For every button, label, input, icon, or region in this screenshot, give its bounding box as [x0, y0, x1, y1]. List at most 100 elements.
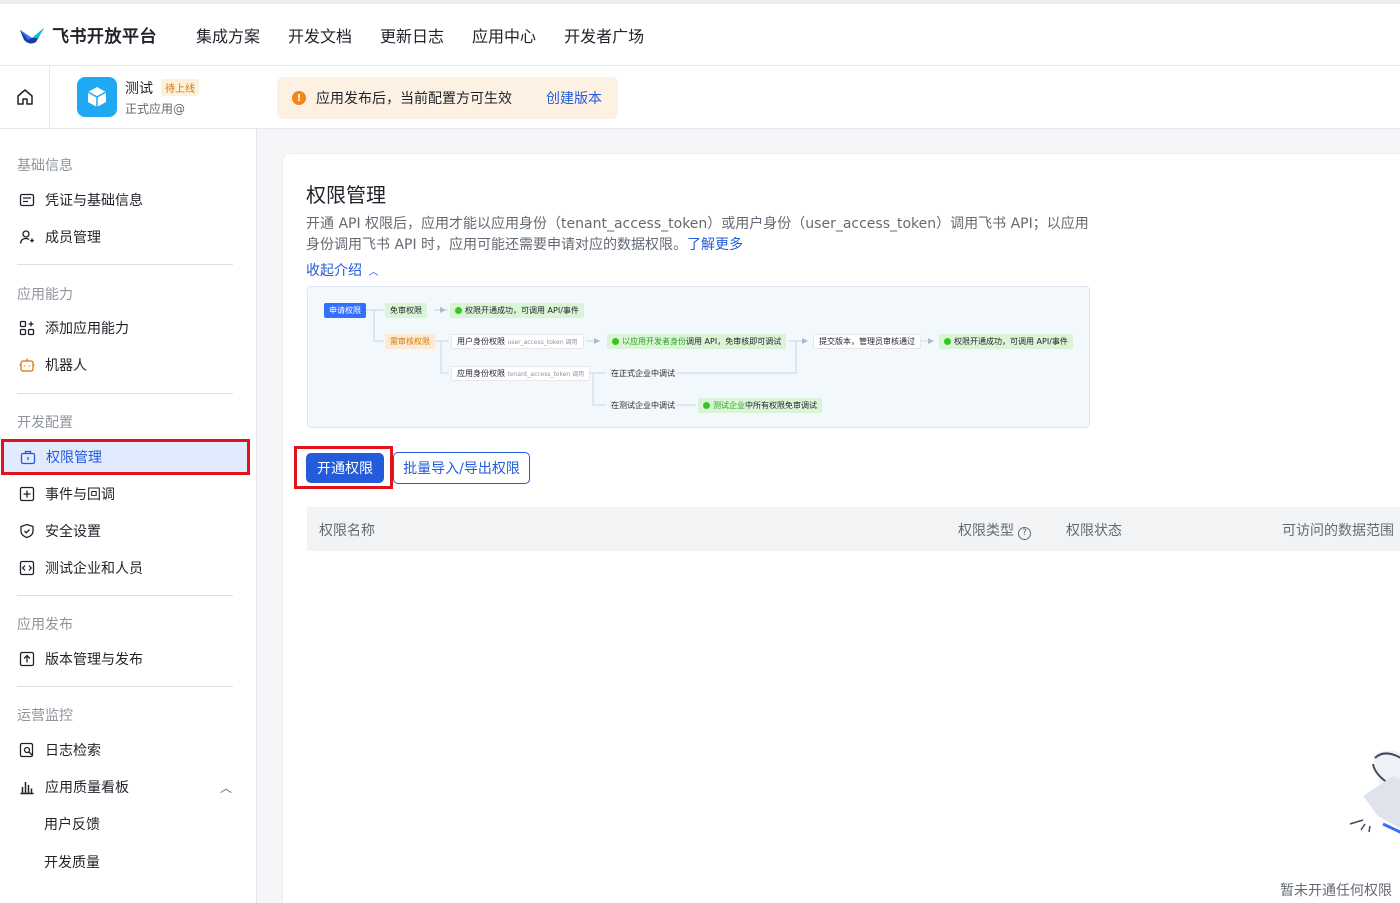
sidebar-item-label: 事件与回调 — [45, 487, 115, 503]
grid-add-icon — [18, 319, 36, 337]
sidebar-item-dev-quality[interactable]: 开发质量 — [0, 844, 250, 880]
flow-app-perm: 应用身份权限 tenant_access_token 调用 — [451, 366, 591, 381]
sidebar-item-label: 权限管理 — [46, 450, 102, 466]
sidebar-item-bot[interactable]: 机器人 — [0, 347, 250, 383]
credential-icon — [18, 191, 36, 209]
sidebar-item-label: 用户反馈 — [44, 817, 100, 833]
brand-logo[interactable]: 飞书开放平台 — [18, 22, 188, 47]
sidebar-item-test-ent[interactable]: 测试企业和人员 — [0, 550, 250, 586]
nav-item-docs[interactable]: 开发文档 — [288, 23, 352, 47]
sidebar-item-quality[interactable]: 应用质量看板 ︿ — [0, 769, 250, 805]
sidebar-group-basic: 基础信息 — [17, 158, 73, 174]
collapse-label: 收起介绍 — [306, 263, 362, 279]
flow-app-perm-label: 应用身份权限 — [457, 369, 505, 378]
page-description: 开通 API 权限后，应用才能以应用身份（tenant_access_token… — [306, 214, 1096, 256]
bar-chart-icon — [18, 778, 36, 796]
code-icon — [18, 559, 36, 577]
main-card: 权限管理 开通 API 权限后，应用才能以应用身份（tenant_access_… — [282, 153, 1400, 903]
warning-icon: ! — [292, 91, 306, 105]
flow-dev-call: 以应用开发者身份调用 API，免审核即可调试 — [607, 334, 787, 349]
col-permission-status: 权限状态 — [1066, 523, 1122, 539]
flow-user-perm: 用户身份权限 user_access_token 调用 — [451, 334, 584, 349]
sidebar-item-security[interactable]: 安全设置 — [0, 513, 250, 549]
sidebar-item-versions[interactable]: 版本管理与发布 — [0, 641, 250, 677]
collapse-intro-link[interactable]: 收起介绍 ︿ — [306, 260, 378, 280]
check-icon — [455, 307, 462, 314]
learn-more-link[interactable]: 了解更多 — [687, 237, 743, 253]
col-permission-type-label: 权限类型 — [958, 523, 1014, 539]
flow-no-review: 免审权限 — [385, 303, 427, 318]
nav-item-dev-plaza[interactable]: 开发者广场 — [564, 23, 644, 47]
sidebar-item-label: 安全设置 — [45, 524, 101, 540]
sidebar-group-capability: 应用能力 — [17, 287, 73, 303]
help-icon[interactable]: ? — [1018, 527, 1031, 540]
sidebar-divider — [17, 393, 233, 394]
flow-submit: 提交版本，管理员审核通过 — [813, 334, 921, 349]
sidebar-item-members[interactable]: 成员管理 — [0, 219, 250, 255]
table-header: 权限名称 权限类型? 权限状态 可访问的数据范围 — [307, 507, 1400, 551]
col-permission-name: 权限名称 — [319, 523, 375, 539]
home-button[interactable] — [0, 66, 50, 128]
flow-test-ent-green: 测试企业 — [713, 401, 745, 410]
sidebar-item-logs[interactable]: 日志检索 — [0, 732, 250, 768]
flow-need-review: 需审核权限 — [385, 334, 435, 349]
col-data-scope: 可访问的数据范围 — [1282, 523, 1394, 539]
col-permission-type: 权限类型? — [958, 520, 1031, 540]
brand-name: 飞书开放平台 — [52, 27, 157, 47]
check-icon — [703, 402, 710, 409]
app-name: 测试 — [125, 80, 153, 97]
publish-notice: ! 应用发布后，当前配置方可生效 创建版本 — [277, 77, 618, 119]
sidebar-item-label: 成员管理 — [45, 230, 101, 246]
flow-test-ent-all-text: 中所有权限免审调试 — [745, 401, 817, 410]
sidebar-item-label: 凭证与基础信息 — [45, 193, 143, 209]
chevron-up-icon[interactable]: ︿ — [220, 779, 232, 796]
flow-test-ent: 在测试企业中调试 — [611, 401, 675, 410]
sidebar-item-label: 测试企业和人员 — [45, 561, 143, 577]
flow-test-ent-all: 测试企业中所有权限免审调试 — [698, 398, 822, 413]
sidebar-item-add-capability[interactable]: 添加应用能力 — [0, 310, 250, 346]
upload-icon — [18, 650, 36, 668]
empty-state-text: 暂未开通任何权限 — [1280, 883, 1392, 899]
nav-item-changelog[interactable]: 更新日志 — [380, 23, 444, 47]
open-permission-button[interactable]: 开通权限 — [306, 453, 384, 483]
cube-icon — [87, 87, 107, 107]
page-title: 权限管理 — [306, 183, 386, 207]
event-icon — [18, 485, 36, 503]
sidebar-item-label: 版本管理与发布 — [45, 652, 143, 668]
permission-icon — [19, 448, 37, 466]
check-icon — [612, 338, 619, 345]
sidebar: 基础信息 凭证与基础信息 成员管理 应用能力 添加应用能力 机器人 开发配置 权… — [0, 129, 257, 903]
sidebar-item-feedback[interactable]: 用户反馈 — [0, 806, 250, 842]
status-badge: 待上线 — [161, 79, 199, 96]
app-bar: 测试 待上线 正式应用@ ! 应用发布后，当前配置方可生效 创建版本 — [0, 66, 1400, 129]
chevron-up-icon: ︿ — [368, 267, 379, 278]
batch-import-export-button[interactable]: 批量导入/导出权限 — [393, 452, 530, 484]
create-version-link[interactable]: 创建版本 — [546, 88, 602, 108]
sidebar-item-label: 添加应用能力 — [45, 321, 129, 337]
flow-user-token: user_access_token 调用 — [507, 339, 578, 346]
sidebar-item-label: 机器人 — [45, 358, 87, 374]
flow-apply: 申请权限 — [324, 303, 366, 318]
robot-icon — [18, 356, 36, 374]
sidebar-item-credentials[interactable]: 凭证与基础信息 — [0, 182, 250, 218]
check-icon — [944, 338, 951, 345]
nav-item-solutions[interactable]: 集成方案 — [196, 23, 260, 47]
sidebar-group-ops: 运营监控 — [17, 708, 73, 724]
notice-text: 应用发布后，当前配置方可生效 — [316, 91, 512, 107]
sidebar-group-dev: 开发配置 — [17, 415, 73, 431]
sidebar-item-label: 日志检索 — [45, 743, 101, 759]
flow-user-perm-label: 用户身份权限 — [457, 337, 505, 346]
flow-dev-call-text: 调用 API，免审核即可调试 — [686, 337, 782, 346]
sidebar-item-label: 应用质量看板 — [45, 780, 129, 796]
empty-state-illustration — [1349, 750, 1400, 834]
flow-dev-identity: 以应用开发者身份 — [622, 337, 686, 346]
home-icon — [16, 89, 33, 105]
sidebar-item-label: 开发质量 — [44, 855, 100, 871]
sidebar-divider — [17, 686, 233, 687]
sidebar-item-permissions[interactable]: 权限管理 — [1, 439, 250, 475]
sidebar-item-events[interactable]: 事件与回调 — [0, 476, 250, 512]
sidebar-divider — [17, 264, 233, 265]
user-add-icon — [18, 228, 36, 246]
nav-item-app-center[interactable]: 应用中心 — [472, 23, 536, 47]
app-avatar — [77, 77, 117, 117]
